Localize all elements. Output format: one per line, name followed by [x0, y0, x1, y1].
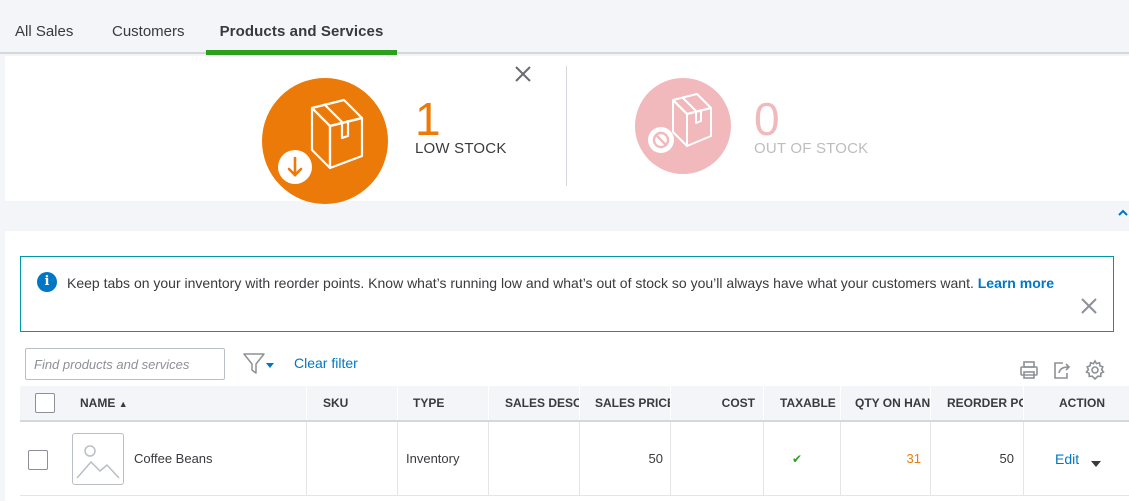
- info-banner-text: Keep tabs on your inventory with reorder…: [36, 271, 1066, 295]
- out-of-stock-icon[interactable]: [635, 78, 731, 174]
- low-stock-label[interactable]: LOW STOCK: [415, 140, 507, 157]
- table-row[interactable]: Coffee Beans Inventory 50 ✔ 31 50 Edit: [20, 422, 1129, 496]
- edit-button[interactable]: Edit: [1055, 451, 1079, 467]
- product-qty-on-hand: 31: [906, 451, 921, 466]
- low-stock-icon[interactable]: [262, 78, 388, 204]
- clear-filter-link[interactable]: Clear filter: [294, 355, 358, 371]
- column-header-name[interactable]: NAME ▲: [80, 386, 128, 420]
- search-input[interactable]: [25, 348, 225, 380]
- product-reorder-point: 50: [999, 451, 1014, 466]
- funnel-icon[interactable]: [242, 351, 278, 377]
- row-select-checkbox[interactable]: [28, 450, 48, 470]
- product-type: Inventory: [406, 451, 460, 466]
- chevron-down-icon[interactable]: [1091, 455, 1101, 467]
- learn-more-link[interactable]: Learn more: [978, 275, 1054, 291]
- close-icon[interactable]: [514, 65, 532, 83]
- gear-icon[interactable]: [1084, 359, 1106, 381]
- active-tab-indicator: [206, 50, 397, 55]
- close-icon[interactable]: [1080, 297, 1098, 315]
- column-header-reorder-point[interactable]: REORDER POINT: [947, 386, 1023, 420]
- column-header-type[interactable]: TYPE: [413, 386, 444, 420]
- table-header: NAME ▲ SKU TYPE SALES DESCRIPTION SALES …: [20, 386, 1129, 422]
- panel-divider: [566, 66, 567, 186]
- reorder-info-banner: i Keep tabs on your inventory with reord…: [20, 256, 1114, 332]
- tab-products-and-services[interactable]: Products and Services: [206, 0, 397, 54]
- column-header-sku[interactable]: SKU: [323, 386, 348, 420]
- product-sales-price: 50: [648, 451, 663, 466]
- column-header-taxable[interactable]: TAXABLE: [780, 386, 836, 420]
- column-header-sales-description[interactable]: SALES DESCRIPTION: [505, 386, 579, 420]
- product-name[interactable]: Coffee Beans: [134, 422, 213, 496]
- out-of-stock-label[interactable]: OUT OF STOCK: [754, 140, 868, 157]
- column-header-action: ACTION: [1059, 396, 1105, 410]
- chevron-up-icon[interactable]: [1117, 205, 1129, 216]
- select-all-checkbox[interactable]: [35, 393, 55, 413]
- column-name-label: NAME: [80, 396, 116, 410]
- sort-ascending-icon: ▲: [118, 399, 128, 409]
- tab-products-label: Products and Services: [219, 23, 384, 40]
- tab-customers[interactable]: Customers: [112, 0, 185, 54]
- products-list-section: i Keep tabs on your inventory with reord…: [5, 231, 1129, 501]
- taxable-check-icon: ✔: [792, 452, 803, 466]
- column-header-qty-on-hand[interactable]: QTY ON HAND: [855, 386, 930, 420]
- info-message: Keep tabs on your inventory with reorder…: [67, 275, 974, 291]
- export-icon[interactable]: [1051, 359, 1073, 381]
- printer-icon[interactable]: [1018, 359, 1040, 381]
- out-of-stock-count[interactable]: 0: [754, 96, 780, 142]
- tab-all-sales[interactable]: All Sales: [15, 0, 73, 54]
- tab-bar: All Sales Customers Products and Service…: [0, 0, 1129, 55]
- stock-summary-panel: 1 LOW STOCK 0 OUT OF STOCK: [5, 56, 1129, 204]
- column-header-cost[interactable]: COST: [670, 386, 755, 420]
- low-stock-count[interactable]: 1: [415, 96, 441, 142]
- column-header-sales-price[interactable]: SALES PRICE: [595, 386, 670, 420]
- product-image-placeholder-icon[interactable]: [72, 433, 124, 485]
- product-cost: [670, 422, 755, 496]
